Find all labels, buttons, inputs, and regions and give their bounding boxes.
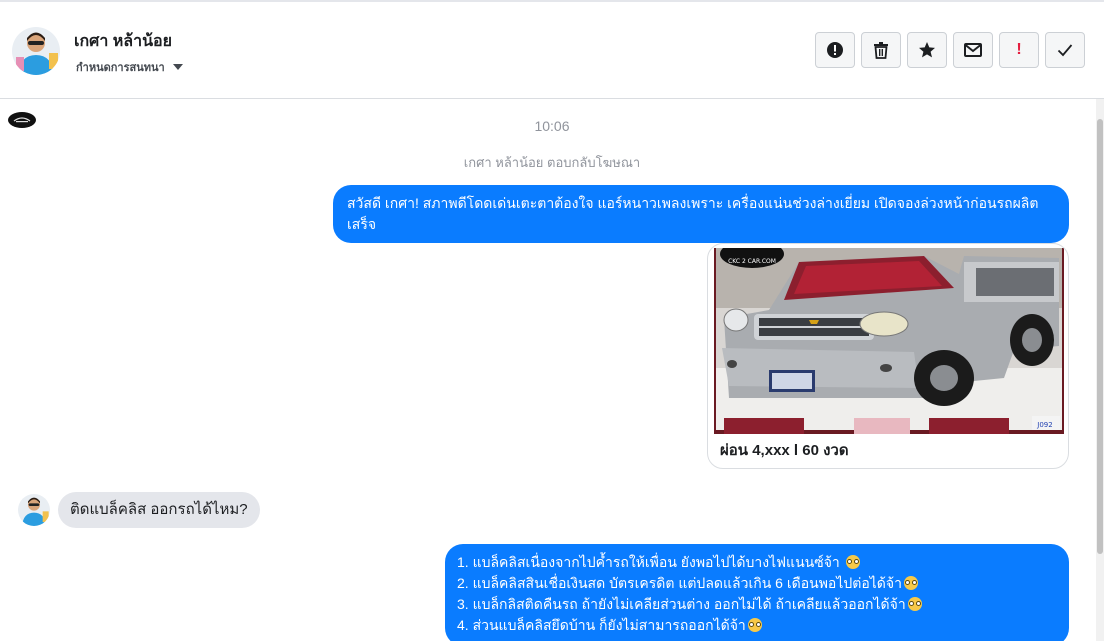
incoming-message: ติดแบล็คลิส ออกรถได้ไหม? [58,492,260,528]
assign-conversation-label: กำหนดการสนทนา [76,62,165,74]
important-icon: ! [1016,41,1022,58]
ad-reply-note: เกศา หล้าน้อย ตอบกลับโฆษณา [463,155,641,170]
contact-avatar-small[interactable] [18,494,50,526]
envelope-icon [964,43,982,57]
list-item: 3. แบล็กลิสติดคืนรถ ถ้ายังไม่เคลียส่วนต่… [457,594,1057,615]
mark-spam-button[interactable] [815,32,855,68]
check-icon [1057,43,1073,57]
scrollbar-thumb[interactable] [1097,119,1103,554]
message-timestamp: 10:06 [534,118,570,134]
image-card-message[interactable]: J092 CKC 2 CAR.COM ผ่อน 4,xxx l 60 งวด [707,243,1069,469]
list-item: 1. แบล็คลิสเนื่องจากไปค้ำรถให้เพื่อน ยัง… [457,552,1057,573]
conversation-actions: ! [815,32,1085,68]
caret-down-icon [172,64,183,70]
card-tag: J092 [1036,421,1052,429]
car-photo[interactable]: J092 CKC 2 CAR.COM [714,248,1064,434]
delete-button[interactable] [861,32,901,68]
assign-conversation-dropdown[interactable]: กำหนดการสนทนา [76,58,183,76]
mark-done-button[interactable] [1045,32,1085,68]
trash-icon [873,41,889,59]
mark-unread-button[interactable] [953,32,993,68]
important-button[interactable]: ! [999,32,1039,68]
outgoing-message: สวัสดี เกศา! สภาพดีโดดเด่นเตะตาต้องใจ แอ… [333,185,1069,243]
card-caption: ผ่อน 4,xxx l 60 งวด [720,442,849,459]
contact-avatar[interactable] [12,27,60,75]
alert-icon [826,41,844,59]
list-item: 4. ส่วนแบล็คลิสยึดบ้าน ก็ยังไม่สามารถออก… [457,615,1057,636]
conversation-header: เกศา หล้าน้อย กำหนดการสนทนา ! [0,2,1104,99]
card-watermark: CKC 2 CAR.COM [728,258,776,265]
list-item: 2. แบล็คลิสสินเชื่อเงินสด บัตรเครดิต แต่… [457,573,1057,594]
dizzy-face-emoji-icon [747,618,762,632]
star-button[interactable] [907,32,947,68]
incoming-message-row: ติดแบล็คลิส ออกรถได้ไหม? [18,492,260,528]
dizzy-face-emoji-icon [845,555,860,569]
dizzy-face-emoji-icon [907,597,922,611]
outgoing-message-list: 1. แบล็คลิสเนื่องจากไปค้ำรถให้เพื่อน ยัง… [445,544,1069,641]
contact-name: เกศา หล้าน้อย [74,33,172,50]
star-icon [918,41,936,59]
message-thread: 10:06 เกศา หล้าน้อย ตอบกลับโฆษณา สวัสดี … [0,99,1104,641]
dizzy-face-emoji-icon [903,576,918,590]
